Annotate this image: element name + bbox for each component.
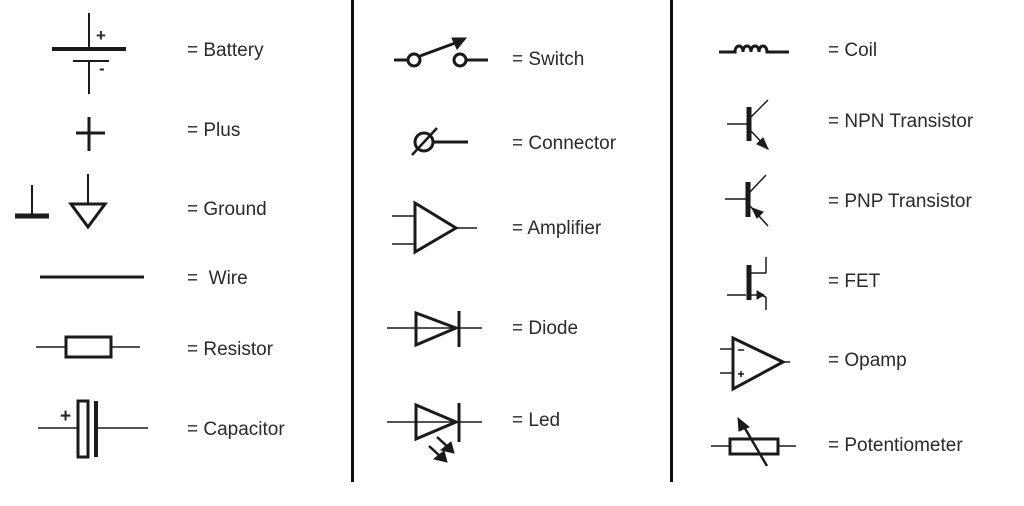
fet-icon — [727, 257, 767, 310]
opamp-icon — [720, 335, 790, 392]
opamp-label: = Opamp — [828, 350, 907, 371]
npn-transistor-label: = NPN Transistor — [828, 111, 974, 132]
potentiometer-label: = Potentiometer — [828, 435, 963, 456]
connector-icon — [411, 127, 468, 156]
pnp-transistor-label: = PNP Transistor — [828, 191, 972, 212]
switch-label: = Switch — [512, 49, 585, 70]
diode-icon — [387, 310, 482, 348]
fet-label: = FET — [828, 271, 881, 292]
diode-label: = Diode — [512, 318, 579, 339]
battery-plus-mark: + — [96, 26, 106, 45]
npn-transistor-icon — [727, 99, 770, 151]
resistor-icon — [36, 335, 140, 359]
battery-minus-mark: - — [99, 59, 105, 78]
wire-icon — [40, 275, 144, 279]
potentiometer-icon — [711, 416, 796, 467]
capacitor-label: = Capacitor — [187, 419, 285, 440]
switch-icon — [394, 37, 488, 68]
plus-label: = Plus — [187, 120, 241, 141]
resistor-label: = Resistor — [187, 339, 274, 360]
battery-label: = Battery — [187, 40, 264, 61]
capacitor-plus-mark: + — [60, 406, 72, 427]
amplifier-icon — [392, 200, 477, 255]
amplifier-label: = Amplifier — [512, 218, 602, 239]
column-divider-left — [351, 0, 354, 482]
led-icon — [387, 402, 482, 463]
capacitor-icon — [38, 399, 148, 459]
pnp-transistor-icon — [725, 174, 769, 227]
ground-icon — [15, 174, 108, 230]
column-divider-right — [670, 0, 673, 482]
connector-label: = Connector — [512, 133, 617, 154]
battery-icon — [52, 13, 126, 94]
wire-label: = Wire — [187, 268, 248, 289]
plus-icon — [76, 117, 105, 151]
ground-label: = Ground — [187, 199, 267, 220]
coil-label: = Coil — [828, 40, 878, 61]
coil-icon — [719, 44, 789, 54]
led-label: = Led — [512, 410, 561, 431]
